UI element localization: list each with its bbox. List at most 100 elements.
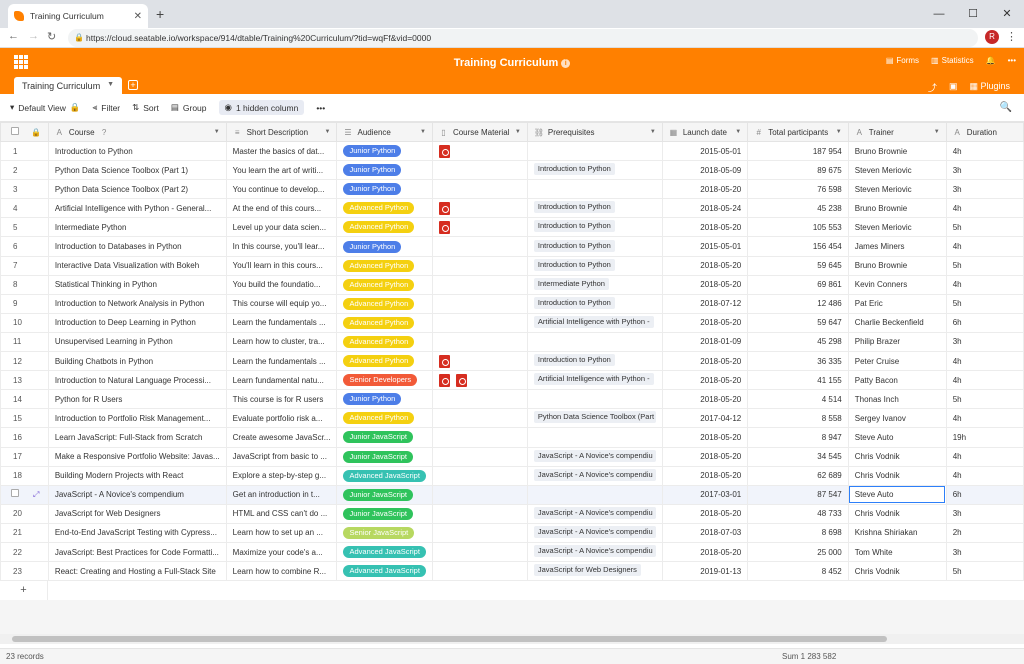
row-number[interactable]: 12 <box>0 351 49 372</box>
pdf-file-icon[interactable] <box>438 144 450 158</box>
prerequisites-cell[interactable] <box>526 389 663 410</box>
scrollbar-thumb[interactable] <box>12 636 887 642</box>
row-number[interactable]: 20 <box>0 503 49 524</box>
trainer-cell[interactable]: Pat Eric <box>847 293 947 314</box>
course-cell[interactable]: End-to-End JavaScript Testing with Cypre… <box>47 522 227 543</box>
duration-cell[interactable]: 19h <box>945 427 1024 448</box>
row-number[interactable]: 8 <box>0 274 49 295</box>
trainer-cell[interactable]: Chris Vodnik <box>847 465 947 486</box>
duration-cell[interactable]: 6h <box>945 484 1024 505</box>
audience-cell[interactable]: Advanced Python <box>336 293 433 314</box>
participants-cell[interactable]: 59 645 <box>747 255 849 276</box>
description-cell[interactable]: Master the basics of dat... <box>225 140 338 162</box>
audience-cell[interactable]: Junior JavaScript <box>336 427 433 448</box>
column-header-duration[interactable]: A Duration <box>945 122 1024 142</box>
launch-date-cell[interactable]: 2018-05-20 <box>661 179 749 200</box>
trainer-cell[interactable]: Steve Auto <box>847 427 947 448</box>
course-material-cell[interactable] <box>431 408 528 429</box>
course-material-cell[interactable] <box>431 236 528 257</box>
prerequisites-cell[interactable] <box>526 179 663 200</box>
chevron-down-icon[interactable]: ▼ <box>934 129 940 135</box>
course-material-cell[interactable] <box>431 541 528 563</box>
prerequisites-cell[interactable]: Introduction to Python <box>526 293 663 314</box>
course-cell[interactable]: JavaScript: Best Practices for Code Form… <box>47 541 227 563</box>
tab-training-curriculum[interactable]: Training Curriculum ▼ <box>14 77 122 94</box>
description-cell[interactable]: You learn the art of writi... <box>225 160 338 181</box>
launch-date-cell[interactable]: 2019-01-13 <box>661 561 749 582</box>
course-cell[interactable]: Python for R Users <box>47 389 227 410</box>
prerequisite-link[interactable]: Introduction to Python <box>533 354 615 367</box>
trainer-cell[interactable]: Thonas Inch <box>847 389 947 410</box>
close-window-icon[interactable]: ✕ <box>990 0 1024 28</box>
launch-date-cell[interactable]: 2018-05-20 <box>661 427 749 448</box>
table-row[interactable]: 4 Artificial Intelligence with Python - G… <box>0 198 1024 219</box>
launch-date-cell[interactable]: 2018-05-20 <box>661 312 749 333</box>
share-icon[interactable]: ⤴ <box>928 81 937 94</box>
course-material-cell[interactable] <box>431 522 528 543</box>
chevron-down-icon[interactable]: ▼ <box>420 129 426 135</box>
participants-cell[interactable]: 41 155 <box>747 370 849 391</box>
prerequisite-link[interactable]: Introduction to Python <box>533 296 615 309</box>
duration-cell[interactable]: 4h <box>945 465 1024 486</box>
prerequisites-cell[interactable]: Intermediate Python <box>526 274 663 295</box>
table-row[interactable]: 7 Interactive Data Visualization with Bok… <box>0 255 1024 276</box>
table-row[interactable]: 14 Python for R Users This course is for R… <box>0 389 1024 410</box>
prerequisites-cell[interactable]: JavaScript for Web Designers <box>526 561 663 582</box>
participants-cell[interactable]: 87 547 <box>747 484 849 505</box>
plugins-button[interactable]: ▦ Plugins <box>969 81 1010 94</box>
row-select-cell[interactable]: ⤢ <box>0 484 49 505</box>
duration-cell[interactable]: 4h <box>945 140 1024 162</box>
audience-cell[interactable]: Advanced JavaScript <box>336 561 433 582</box>
description-cell[interactable]: Learn how to combine R... <box>225 561 338 582</box>
duration-cell[interactable]: 3h <box>945 331 1024 353</box>
participants-cell[interactable]: 48 733 <box>747 503 849 524</box>
column-header-course-material[interactable]: ▯ Course Material ▼ <box>431 122 528 142</box>
course-material-cell[interactable] <box>431 427 528 448</box>
duration-cell[interactable]: 4h <box>945 408 1024 429</box>
row-number[interactable]: 6 <box>0 236 49 257</box>
course-material-cell[interactable] <box>431 446 528 467</box>
participants-cell[interactable]: 105 553 <box>747 217 849 238</box>
row-number[interactable]: 7 <box>0 255 49 276</box>
prerequisites-cell[interactable] <box>526 331 663 353</box>
select-all-header[interactable]: 🔒 <box>0 122 49 142</box>
audience-cell[interactable]: Advanced Python <box>336 331 433 353</box>
prerequisites-cell[interactable] <box>526 484 663 505</box>
audience-cell[interactable]: Junior Python <box>336 389 433 410</box>
course-cell[interactable]: React: Creating and Hosting a Full-Stack… <box>47 561 227 582</box>
audience-cell[interactable]: Advanced Python <box>336 408 433 429</box>
prerequisites-cell[interactable]: Introduction to Python <box>526 217 663 238</box>
course-cell[interactable]: Introduction to Portfolio Risk Managemen… <box>47 408 227 429</box>
course-material-cell[interactable] <box>431 389 528 410</box>
trainer-cell[interactable]: Steven Meriovic <box>847 179 947 200</box>
course-material-cell[interactable] <box>431 160 528 181</box>
table-row[interactable]: 18 Building Modern Projects with React Exp… <box>0 465 1024 486</box>
prerequisite-link[interactable]: JavaScript for Web Designers <box>533 564 641 577</box>
table-row[interactable]: 5 Intermediate Python Level up your data s… <box>0 217 1024 238</box>
course-cell[interactable]: Python Data Science Toolbox (Part 2) <box>47 179 227 200</box>
launch-date-cell[interactable]: 2018-05-20 <box>661 351 749 372</box>
prerequisites-cell[interactable]: Introduction to Python <box>526 236 663 257</box>
info-icon[interactable]: i <box>561 59 571 68</box>
duration-cell[interactable]: 4h <box>945 274 1024 295</box>
course-material-cell[interactable] <box>431 331 528 353</box>
participants-cell[interactable]: 8 452 <box>747 561 849 582</box>
launch-date-cell[interactable]: 2018-05-20 <box>661 446 749 467</box>
audience-cell[interactable]: Advanced Python <box>336 198 433 219</box>
minimize-icon[interactable]: — <box>922 0 956 28</box>
back-icon[interactable]: ← <box>8 30 19 42</box>
prerequisites-cell[interactable]: JavaScript - A Novice's compendiu <box>526 465 663 486</box>
participants-cell[interactable]: 36 335 <box>747 351 849 372</box>
description-cell[interactable]: Evaluate portfolio risk a... <box>225 408 338 429</box>
row-number[interactable]: 9 <box>0 293 49 314</box>
prerequisites-cell[interactable]: Introduction to Python <box>526 160 663 181</box>
chevron-down-icon[interactable]: ▼ <box>325 129 331 135</box>
prerequisite-link[interactable]: JavaScript - A Novice's compendiu <box>533 545 656 558</box>
prerequisite-link[interactable]: JavaScript - A Novice's compendiu <box>533 506 656 519</box>
help-icon[interactable]: ? <box>100 128 109 137</box>
course-cell[interactable]: Python Data Science Toolbox (Part 1) <box>47 160 227 181</box>
row-number[interactable]: 15 <box>0 408 49 429</box>
launch-date-cell[interactable]: 2018-05-09 <box>661 160 749 181</box>
duration-cell[interactable]: 3h <box>945 503 1024 524</box>
hidden-columns-button[interactable]: ◉ 1 hidden column <box>218 100 305 115</box>
